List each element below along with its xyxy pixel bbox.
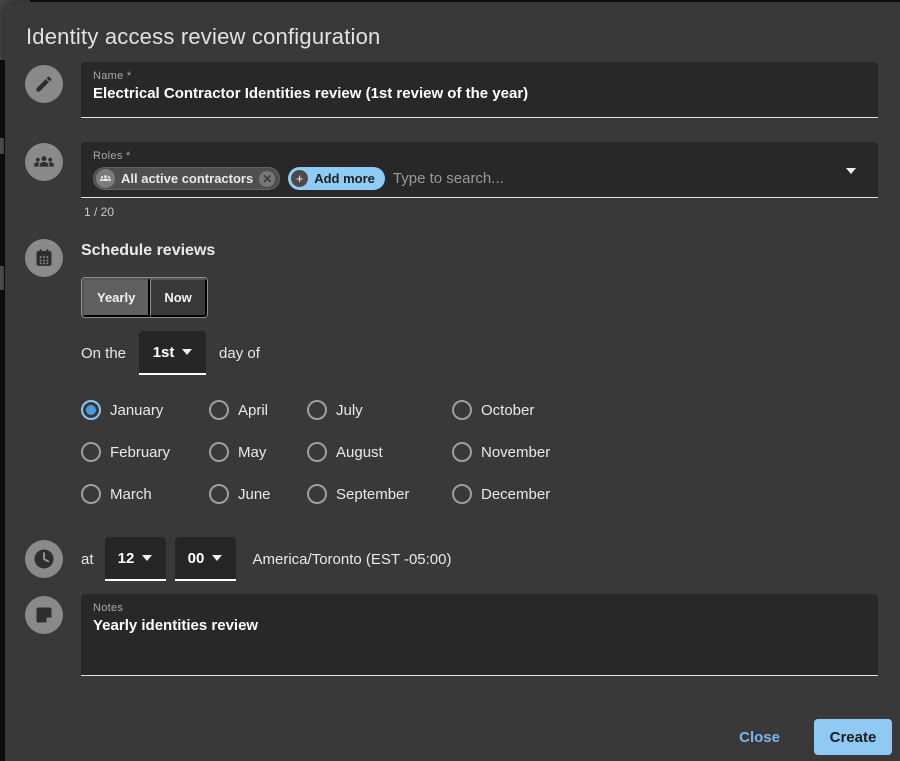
plus-icon: + [291, 170, 308, 187]
month-label: June [238, 486, 271, 503]
role-chip[interactable]: All active contractors ✕ [93, 167, 280, 190]
minute-select-caret-icon [212, 555, 222, 561]
dialog-footer: Close Create [731, 719, 892, 755]
hour-select[interactable]: 12 [105, 537, 166, 581]
month-label: January [110, 402, 163, 419]
month-label: December [481, 486, 550, 503]
day-of-label: day of [219, 345, 260, 362]
roles-field-label: Roles * [93, 150, 866, 162]
timezone-label: America/Toronto (EST -05:00) [253, 551, 452, 568]
calendar-icon [25, 239, 63, 277]
month-label: February [110, 444, 170, 461]
month-option-october[interactable]: October [452, 389, 550, 431]
day-of-month-row: On the 1st day of [81, 331, 260, 375]
pencil-icon [25, 65, 63, 103]
month-label: October [481, 402, 534, 419]
note-icon [25, 596, 63, 634]
page-edge-mark [0, 138, 4, 154]
radio-icon[interactable] [81, 442, 101, 462]
radio-icon[interactable] [452, 442, 472, 462]
month-label: March [110, 486, 152, 503]
time-row: at 12 00 America/Toronto (EST -05:00) [81, 537, 452, 581]
month-option-january[interactable]: January [81, 389, 209, 431]
month-label: May [238, 444, 266, 461]
name-field[interactable]: Name * Electrical Contractor Identities … [81, 62, 878, 118]
month-label: September [336, 486, 409, 503]
month-option-april[interactable]: April [209, 389, 307, 431]
month-label: July [336, 402, 363, 419]
roles-search-input[interactable]: Type to search... [393, 170, 504, 187]
frequency-option-now[interactable]: Now [150, 278, 206, 317]
month-label: August [336, 444, 383, 461]
radio-icon[interactable] [307, 484, 327, 504]
radio-icon[interactable] [452, 484, 472, 504]
month-option-november[interactable]: November [452, 431, 550, 473]
month-option-february[interactable]: February [81, 431, 209, 473]
create-button[interactable]: Create [814, 719, 892, 755]
at-label: at [81, 551, 94, 568]
hour-select-value: 12 [118, 550, 135, 567]
group-icon [96, 169, 115, 188]
name-field-label: Name * [93, 70, 866, 82]
radio-selected-icon[interactable] [81, 400, 101, 420]
roles-counter: 1 / 20 [84, 205, 114, 219]
minute-select[interactable]: 00 [175, 537, 236, 581]
hour-select-caret-icon [142, 555, 152, 561]
radio-icon[interactable] [81, 484, 101, 504]
radio-icon[interactable] [307, 400, 327, 420]
minute-select-value: 00 [188, 550, 205, 567]
month-option-march[interactable]: March [81, 473, 209, 515]
month-option-september[interactable]: September [307, 473, 452, 515]
month-option-june[interactable]: June [209, 473, 307, 515]
dialog-title: Identity access review configuration [26, 24, 380, 50]
radio-icon[interactable] [209, 484, 229, 504]
frequency-toggle: Yearly Now [81, 277, 208, 318]
roles-field[interactable]: Roles * All active contractors ✕ + Add m… [81, 142, 878, 198]
day-select-value: 1st [153, 344, 175, 361]
month-option-may[interactable]: May [209, 431, 307, 473]
chip-remove-icon[interactable]: ✕ [259, 171, 275, 187]
page-edge-mark [0, 266, 4, 290]
on-the-label: On the [81, 345, 126, 362]
radio-icon[interactable] [452, 400, 472, 420]
screen: Identity access review configuration Nam… [0, 0, 900, 761]
identity-review-dialog: Identity access review configuration Nam… [5, 2, 900, 761]
add-more-button[interactable]: + Add more [288, 167, 385, 190]
month-option-august[interactable]: August [307, 431, 452, 473]
role-chip-label: All active contractors [121, 171, 253, 186]
month-option-december[interactable]: December [452, 473, 550, 515]
notes-field-value[interactable]: Yearly identities review [93, 617, 866, 634]
radio-icon[interactable] [209, 400, 229, 420]
notes-field-label: Notes [93, 602, 866, 614]
name-field-value[interactable]: Electrical Contractor Identities review … [93, 85, 866, 102]
frequency-option-yearly[interactable]: Yearly [82, 278, 150, 317]
roles-dropdown-caret-icon[interactable] [846, 168, 856, 174]
month-label: April [238, 402, 268, 419]
close-button[interactable]: Close [731, 723, 788, 752]
people-icon [25, 143, 63, 181]
notes-field[interactable]: Notes Yearly identities review [81, 594, 878, 676]
add-more-label: Add more [314, 171, 375, 186]
radio-icon[interactable] [209, 442, 229, 462]
month-label: November [481, 444, 550, 461]
months-grid: January February March April May June July Augu… [81, 389, 550, 515]
day-select-caret-icon [182, 349, 192, 355]
month-option-july[interactable]: July [307, 389, 452, 431]
clock-icon [25, 540, 63, 578]
day-select[interactable]: 1st [139, 331, 206, 375]
radio-icon[interactable] [307, 442, 327, 462]
schedule-heading: Schedule reviews [81, 242, 215, 260]
